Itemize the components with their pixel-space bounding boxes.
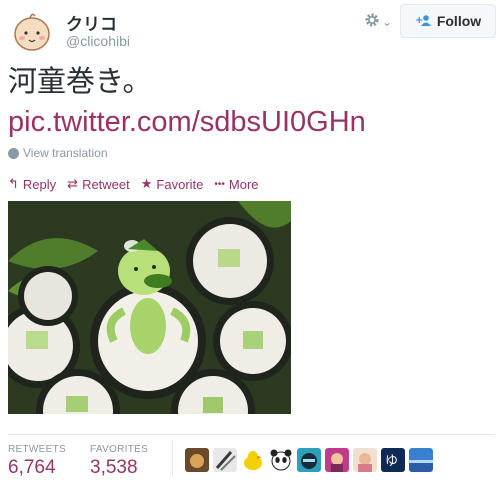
reply-icon: ↰ [8, 176, 19, 191]
reply-button[interactable]: ↰ Reply [8, 176, 56, 192]
favoriter-avatar[interactable] [213, 448, 237, 472]
retweet-icon: ⇄ [67, 176, 79, 191]
gear-icon [364, 12, 380, 33]
reply-label: Reply [22, 176, 57, 192]
favorite-button[interactable]: ★ Favorite [141, 176, 204, 192]
favorites-label: FAVORITES [90, 444, 149, 455]
favoriter-avatar[interactable] [269, 448, 293, 472]
person-plus-icon: + [415, 14, 431, 29]
favorites-stat[interactable]: FAVORITES 3,538 [90, 444, 172, 479]
view-translation-link[interactable]: View translation [8, 146, 108, 160]
star-icon: ★ [140, 176, 153, 191]
chevron-down-icon: ⌄ [382, 15, 393, 29]
follow-label: Follow [436, 13, 482, 29]
tweet-media-link[interactable]: pic.twitter.com/sdbsUI0GHn [8, 104, 366, 140]
tweet-photo[interactable] [8, 201, 291, 414]
globe-icon [8, 147, 19, 159]
view-translation-label: View translation [23, 146, 108, 160]
favoriter-avatar[interactable] [353, 448, 377, 472]
avatar[interactable] [8, 6, 56, 54]
more-button[interactable]: ••• More [214, 176, 258, 192]
favoriter-avatar[interactable]: ゆ [381, 448, 405, 472]
stats-separator [172, 440, 173, 476]
favorites-count: 3,538 [90, 457, 138, 478]
svg-text:+: + [415, 15, 423, 26]
display-name[interactable]: クリコ [66, 10, 117, 35]
favoriters-avatars: ゆ [185, 448, 433, 472]
tweet-stats: RETWEETS 6,764 FAVORITES 3,538 [8, 444, 172, 479]
favoriter-avatar[interactable] [185, 448, 209, 472]
favoriter-avatar[interactable] [409, 448, 433, 472]
retweets-label: RETWEETS [8, 444, 66, 455]
follow-button[interactable]: + Follow [400, 4, 496, 38]
favoriter-avatar[interactable] [297, 448, 321, 472]
tweet-actions: ↰ Reply ⇄ Retweet ★ Favorite ••• More [8, 176, 259, 192]
retweet-button[interactable]: ⇄ Retweet [67, 176, 130, 192]
more-label: More [228, 176, 259, 192]
tweet-text: 河童巻き。 [8, 66, 152, 98]
user-handle[interactable]: @clicohibi [66, 33, 130, 49]
retweets-count: 6,764 [8, 457, 56, 478]
stats-divider [8, 434, 495, 435]
svg-text:ゆ: ゆ [385, 454, 398, 469]
more-dots-icon: ••• [214, 178, 225, 190]
retweet-label: Retweet [82, 176, 130, 192]
settings-menu-button[interactable]: ⌄ [364, 12, 394, 32]
favoriter-avatar[interactable] [325, 448, 349, 472]
favorite-label: Favorite [156, 176, 204, 192]
retweets-stat[interactable]: RETWEETS 6,764 [8, 444, 90, 479]
favoriter-avatar[interactable] [241, 448, 265, 472]
